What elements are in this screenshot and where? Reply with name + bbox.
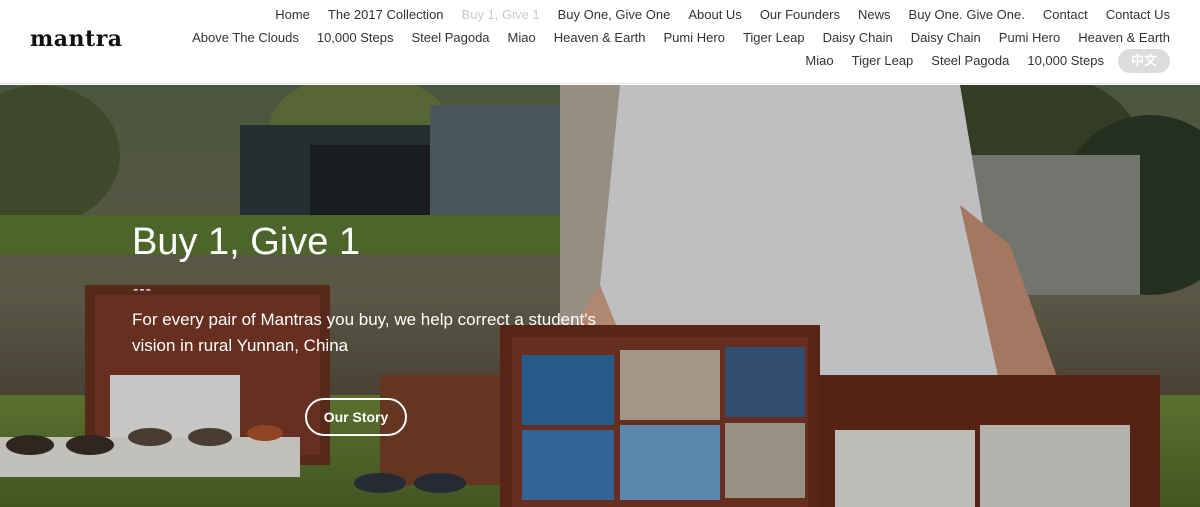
hero-banner: Buy 1, Give 1 --- For every pair of Mant…	[0, 85, 1200, 507]
nav-link-about-us[interactable]: About Us	[688, 6, 741, 24]
nav-link-daisy-chain-2[interactable]: Daisy Chain	[911, 29, 981, 47]
nav-link-pumi-hero-2[interactable]: Pumi Hero	[999, 29, 1060, 47]
nav-row-3: Miao Tiger Leap Steel Pagoda 10,000 Step…	[130, 49, 1170, 73]
nav-link-buy-one-give-one[interactable]: Buy One, Give One	[558, 6, 671, 24]
nav-link-miao-2[interactable]: Miao	[805, 52, 833, 70]
our-story-button[interactable]: Our Story	[305, 398, 407, 436]
nav-row-1: Home The 2017 Collection Buy 1, Give 1 B…	[130, 4, 1170, 26]
nav-link-tiger-leap[interactable]: Tiger Leap	[743, 29, 805, 47]
nav-link-our-founders[interactable]: Our Founders	[760, 6, 840, 24]
nav-link-pumi-hero[interactable]: Pumi Hero	[664, 29, 725, 47]
hero-dark-overlay	[0, 85, 1200, 507]
nav-row-2: Above The Clouds 10,000 Steps Steel Pago…	[130, 27, 1170, 49]
nav-link-daisy-chain[interactable]: Daisy Chain	[823, 29, 893, 47]
nav-link-10000-steps-2[interactable]: 10,000 Steps	[1027, 52, 1104, 70]
hero-title: Buy 1, Give 1	[132, 221, 361, 263]
nav-link-heaven-earth-2[interactable]: Heaven & Earth	[1078, 29, 1170, 47]
nav-link-heaven-earth[interactable]: Heaven & Earth	[554, 29, 646, 47]
nav-link-steel-pagoda-2[interactable]: Steel Pagoda	[931, 52, 1009, 70]
nav-link-contact-us[interactable]: Contact Us	[1106, 6, 1170, 24]
nav-link-tiger-leap-2[interactable]: Tiger Leap	[852, 52, 914, 70]
nav-link-buy-one-give-one-alt[interactable]: Buy One. Give One.	[909, 6, 1025, 24]
main-navigation: Home The 2017 Collection Buy 1, Give 1 B…	[130, 4, 1170, 73]
nav-link-buy-1-give-1[interactable]: Buy 1, Give 1	[462, 6, 540, 24]
nav-link-steel-pagoda[interactable]: Steel Pagoda	[411, 29, 489, 47]
site-header: mantra Home The 2017 Collection Buy 1, G…	[0, 0, 1200, 84]
nav-link-miao[interactable]: Miao	[508, 29, 536, 47]
hero-separator: ---	[133, 281, 152, 298]
nav-link-2017-collection[interactable]: The 2017 Collection	[328, 6, 444, 24]
nav-link-contact[interactable]: Contact	[1043, 6, 1088, 24]
language-toggle-button[interactable]: 中文	[1117, 49, 1170, 73]
nav-link-home[interactable]: Home	[275, 6, 310, 24]
hero-description: For every pair of Mantras you buy, we he…	[132, 310, 597, 355]
nav-link-above-the-clouds[interactable]: Above The Clouds	[192, 29, 299, 47]
nav-link-news[interactable]: News	[858, 6, 891, 24]
site-logo[interactable]: mantra	[30, 26, 123, 52]
nav-link-10000-steps[interactable]: 10,000 Steps	[317, 29, 394, 47]
